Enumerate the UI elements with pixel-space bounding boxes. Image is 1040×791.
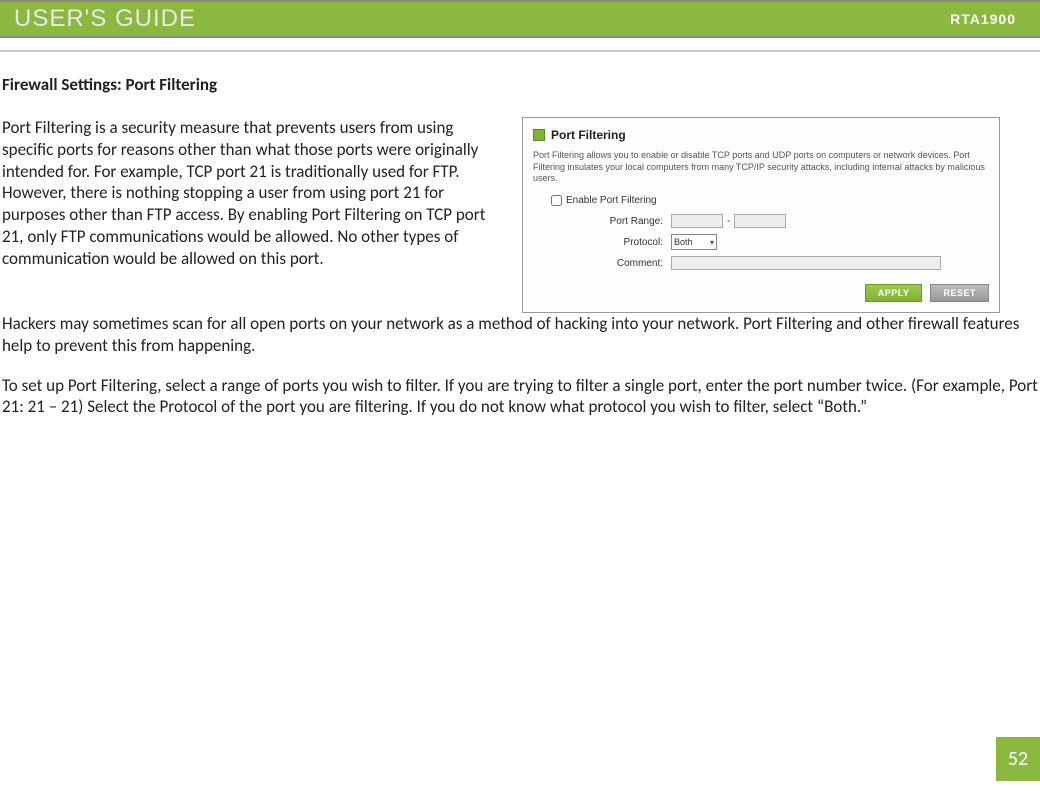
paragraph-1: Port Filtering is a security measure tha… — [2, 117, 504, 295]
paragraph-3: To set up Port Filtering, select a range… — [2, 375, 1040, 419]
protocol-label: Protocol: — [593, 237, 671, 248]
port-range-row: Port Range: - — [593, 214, 989, 228]
panel-form: Port Range: - Protocol: Both Comment: — [593, 214, 989, 270]
comment-row: Comment: — [593, 256, 989, 270]
header-bar: USER'S GUIDE RTA1900 — [0, 0, 1040, 38]
header-model: RTA1900 — [950, 11, 1016, 27]
panel-description: Port Filtering allows you to enable or d… — [533, 150, 989, 185]
panel-title: Port Filtering — [551, 128, 626, 142]
enable-port-filtering-label: Enable Port Filtering — [566, 195, 657, 206]
panel-icon — [533, 129, 545, 141]
two-column-layout: Port Filtering is a security measure tha… — [2, 117, 1040, 313]
enable-port-filtering-checkbox[interactable] — [551, 195, 562, 206]
page-number: 52 — [996, 737, 1040, 781]
port-range-start-input[interactable] — [671, 214, 723, 228]
content-area: Firewall Settings: Port Filtering Port F… — [0, 52, 1040, 418]
port-filtering-panel: Port Filtering Port Filtering allows you… — [522, 117, 1000, 313]
port-range-end-input[interactable] — [734, 214, 786, 228]
protocol-select[interactable]: Both — [671, 234, 717, 250]
screenshot-panel-wrap: Port Filtering Port Filtering allows you… — [522, 117, 1000, 313]
paragraph-2: Hackers may sometimes scan for all open … — [2, 313, 1040, 357]
protocol-value: Both — [674, 237, 693, 247]
apply-button[interactable]: APPLY — [865, 284, 923, 302]
panel-header: Port Filtering — [533, 128, 989, 142]
port-range-label: Port Range: — [593, 216, 671, 227]
reset-button[interactable]: RESET — [930, 284, 989, 302]
port-range-dash: - — [723, 216, 734, 227]
section-title: Firewall Settings: Port Filtering — [2, 74, 1040, 95]
enable-port-filtering-row: Enable Port Filtering — [551, 195, 989, 206]
comment-label: Comment: — [593, 258, 671, 269]
header-title: USER'S GUIDE — [14, 5, 196, 33]
panel-buttons: APPLY RESET — [533, 284, 989, 302]
comment-input[interactable] — [671, 256, 941, 270]
protocol-row: Protocol: Both — [593, 234, 989, 250]
